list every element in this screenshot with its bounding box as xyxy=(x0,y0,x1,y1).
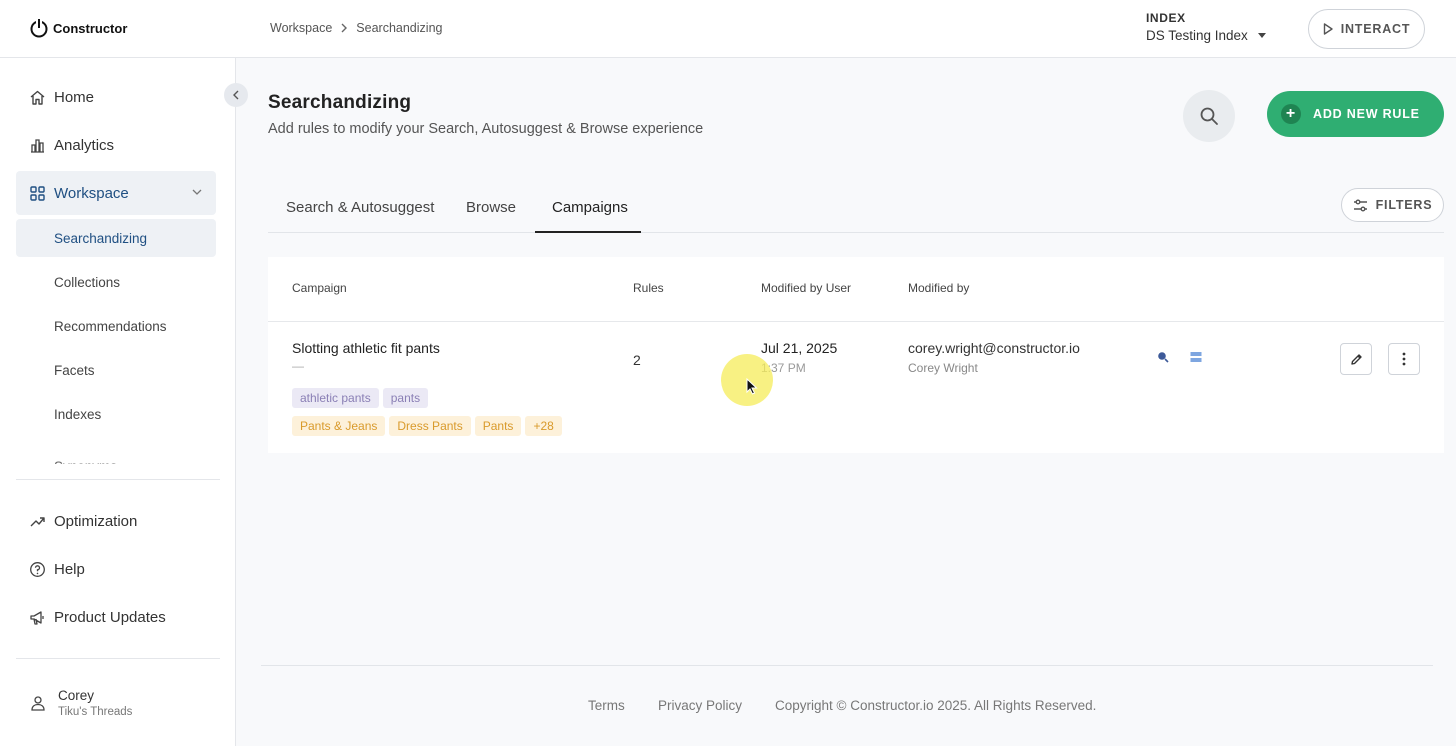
index-selector[interactable]: INDEX DS Testing Index xyxy=(1146,11,1266,43)
footer-copyright: Copyright © Constructor.io 2025. All Rig… xyxy=(775,698,1097,713)
user-name: Corey xyxy=(58,688,95,703)
sidebar-divider xyxy=(16,658,220,659)
more-tags-badge[interactable]: +28 xyxy=(525,416,562,436)
grid-icon xyxy=(30,185,45,201)
page-subtitle: Add rules to modify your Search, Autosug… xyxy=(268,121,704,137)
help-circle-icon xyxy=(30,561,45,577)
megaphone-icon xyxy=(30,610,44,625)
sidebar-item-label: Product Updates xyxy=(54,608,166,626)
header-divider xyxy=(268,321,1444,322)
campaigns-table: Campaign Rules Modified by User Modified… xyxy=(268,257,1444,453)
plus-icon: + xyxy=(1281,104,1301,124)
sidebar-item-collections[interactable]: Collections xyxy=(16,263,216,301)
search-term-tags: athletic pants pants xyxy=(292,388,432,408)
column-header-campaign[interactable]: Campaign xyxy=(292,281,347,295)
sidebar-item-label: Synonyms xyxy=(54,450,117,464)
search-button[interactable] xyxy=(1183,90,1235,142)
index-value: DS Testing Index xyxy=(1146,28,1248,43)
tab-campaigns[interactable]: Campaigns xyxy=(552,199,628,216)
top-bar: Constructor Workspace Searchandizing IND… xyxy=(0,0,1456,58)
filters-label: FILTERS xyxy=(1375,198,1433,212)
sidebar-item-product-updates[interactable]: Product Updates xyxy=(16,595,216,639)
rules-count: 2 xyxy=(633,352,641,368)
sidebar-item-indexes[interactable]: Indexes xyxy=(16,395,216,433)
sliders-icon xyxy=(1353,199,1367,211)
pencil-icon xyxy=(1350,353,1362,365)
collapse-sidebar-button[interactable] xyxy=(224,83,248,107)
filters-button[interactable]: FILTERS xyxy=(1341,188,1444,222)
modified-by-name: Corey Wright xyxy=(908,361,978,375)
add-new-rule-button[interactable]: + ADD NEW RULE xyxy=(1267,91,1444,137)
tabs-divider xyxy=(268,232,1444,233)
user-profile[interactable]: Corey Tiku's Threads xyxy=(30,688,132,718)
modified-time: 1:37 PM xyxy=(761,361,806,375)
browse-rule-icon xyxy=(1190,352,1202,362)
chevron-down-icon xyxy=(192,189,202,195)
sidebar-item-label: Help xyxy=(54,560,85,578)
play-icon xyxy=(1323,23,1333,35)
caret-down-icon xyxy=(1257,33,1266,38)
user-icon xyxy=(31,696,45,711)
tag: pants xyxy=(382,388,429,408)
sidebar-item-recommendations[interactable]: Recommendations xyxy=(16,307,216,345)
sidebar-item-label: Analytics xyxy=(54,136,115,154)
constructor-logo-icon xyxy=(30,19,48,38)
tag: athletic pants xyxy=(292,388,379,408)
sidebar-item-help[interactable]: Help xyxy=(16,547,216,591)
bar-chart-icon xyxy=(31,138,44,153)
brand-name: Constructor xyxy=(53,20,128,36)
add-rule-label: ADD NEW RULE xyxy=(1313,107,1420,121)
trend-up-icon xyxy=(30,516,45,526)
interact-label: INTERACT xyxy=(1340,22,1411,36)
breadcrumb: Workspace Searchandizing xyxy=(270,21,442,35)
breadcrumb-workspace[interactable]: Workspace xyxy=(270,21,332,35)
home-icon xyxy=(30,90,45,105)
campaign-name[interactable]: Slotting athletic fit pants xyxy=(292,340,440,356)
sidebar-item-label: Workspace xyxy=(54,184,129,202)
page-title: Searchandizing xyxy=(268,92,412,113)
chevron-right-icon xyxy=(341,23,348,33)
active-tab-indicator xyxy=(535,231,641,233)
column-header-modified-by[interactable]: Modified by xyxy=(908,281,969,295)
sidebar-item-workspace[interactable]: Workspace xyxy=(16,171,216,215)
sidebar-item-synonyms[interactable]: Synonyms xyxy=(16,444,216,464)
interact-button[interactable]: INTERACT xyxy=(1308,9,1425,49)
sidebar-item-optimization[interactable]: Optimization xyxy=(16,499,216,543)
edit-button[interactable] xyxy=(1340,343,1372,375)
footer-divider xyxy=(261,665,1433,666)
index-label: INDEX xyxy=(1146,11,1186,25)
more-options-button[interactable] xyxy=(1388,343,1420,375)
modified-date: Jul 21, 2025 xyxy=(761,340,838,356)
sidebar-item-home[interactable]: Home xyxy=(16,75,216,119)
sidebar-item-label: Optimization xyxy=(54,512,138,530)
sidebar-item-facets[interactable]: Facets xyxy=(16,351,216,389)
column-header-rules[interactable]: Rules xyxy=(633,281,664,295)
tag: Pants & Jeans xyxy=(292,416,386,436)
sidebar-item-searchandizing[interactable]: Searchandizing xyxy=(16,219,216,257)
mouse-pointer-icon xyxy=(746,378,758,395)
user-org: Tiku's Threads xyxy=(58,706,133,718)
tag: Dress Pants xyxy=(389,416,471,436)
sidebar: Home Analytics Workspace Searchandizing … xyxy=(0,58,236,746)
tag: Pants xyxy=(474,416,522,436)
breadcrumb-searchandizing: Searchandizing xyxy=(356,21,443,35)
sidebar-item-label: Home xyxy=(54,88,95,106)
search-icon xyxy=(1200,107,1218,125)
footer-privacy-link[interactable]: Privacy Policy xyxy=(658,698,742,713)
column-header-modified-by-user[interactable]: Modified by User xyxy=(761,281,851,295)
modified-by-email: corey.wright@constructor.io xyxy=(908,340,1080,356)
search-rule-icon xyxy=(1158,352,1169,363)
category-tags: Pants & Jeans Dress Pants Pants +28 xyxy=(292,416,566,436)
sidebar-divider xyxy=(16,479,220,480)
tab-search-autosuggest[interactable]: Search & Autosuggest xyxy=(286,199,434,216)
sidebar-item-analytics[interactable]: Analytics xyxy=(16,123,216,167)
brand-logo[interactable]: Constructor xyxy=(29,18,127,38)
chevron-left-icon xyxy=(233,90,239,100)
tab-browse[interactable]: Browse xyxy=(466,199,516,216)
campaign-description: — xyxy=(292,359,304,373)
more-vertical-icon xyxy=(1402,352,1406,366)
footer-terms-link[interactable]: Terms xyxy=(588,698,625,713)
